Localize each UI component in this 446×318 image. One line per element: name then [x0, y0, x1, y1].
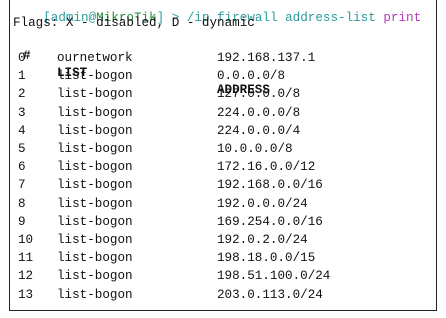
row-list-name: list-bogon	[57, 287, 133, 302]
row-list-name: list-bogon	[57, 196, 133, 211]
row-address: 198.51.100.0/24	[217, 269, 331, 284]
row-address: 224.0.0.0/4	[217, 123, 301, 138]
row-list-name: list-bogon	[57, 214, 133, 229]
row-address: 172.16.0.0/12	[217, 160, 316, 175]
row-number: 2	[18, 87, 26, 102]
table-header: # LIST ADDRESS	[13, 31, 433, 97]
table-row: 7 list-bogon 192.168.0.0/16	[13, 176, 433, 194]
row-address: 224.0.0.0/8	[217, 105, 301, 120]
table-row: 2 list-bogon 127.0.0.0/8	[13, 85, 433, 103]
row-number: 1	[18, 69, 26, 84]
row-list-name: list-bogon	[57, 69, 133, 84]
table-row: 6 list-bogon 172.16.0.0/12	[13, 158, 433, 176]
terminal-window[interactable]: [admin@MikroTik] > /ip firewall address-…	[9, 0, 437, 311]
command-prompt-line: [admin@MikroTik] > /ip firewall address-…	[13, 0, 421, 25]
table-row: 8 list-bogon 192.0.0.0/24	[13, 195, 433, 213]
row-address: 169.254.0.0/16	[217, 214, 323, 229]
table-row: 0 ournetwork 192.168.137.1	[13, 49, 433, 67]
row-list-name: list-bogon	[57, 269, 133, 284]
row-number: 8	[18, 196, 26, 211]
row-number: 10	[18, 233, 34, 247]
table-row: 1 list-bogon 0.0.0.0/8	[13, 67, 433, 85]
row-address: 192.168.0.0/16	[217, 178, 323, 193]
row-address: 0.0.0.0/8	[217, 69, 286, 84]
row-address: 192.0.2.0/24	[217, 233, 308, 247]
table-row: 10 list-bogon 192.0.2.0/24	[13, 231, 433, 249]
table-row: 5 list-bogon 10.0.0.0/8	[13, 140, 433, 158]
row-address: 10.0.0.0/8	[217, 142, 293, 156]
row-list-name: list-bogon	[57, 160, 133, 175]
row-list-name: list-bogon	[57, 87, 133, 102]
row-number: 6	[18, 160, 26, 175]
table-row: 4 list-bogon 224.0.0.0/4	[13, 122, 433, 140]
row-number: 5	[18, 142, 26, 156]
row-number: 3	[18, 105, 26, 120]
row-address: 203.0.113.0/24	[217, 287, 323, 302]
row-address: 192.168.137.1	[217, 51, 316, 65]
row-list-name: list-bogon	[57, 251, 133, 266]
row-list-name: list-bogon	[57, 178, 133, 193]
row-number: 9	[18, 214, 26, 229]
table-row: 11 list-bogon 198.18.0.0/15	[13, 249, 433, 267]
row-address: 192.0.0.0/24	[217, 196, 308, 211]
row-number: 0	[18, 51, 26, 65]
row-list-name: list-bogon	[57, 142, 133, 156]
row-number: 4	[18, 123, 26, 138]
table-row: 12 list-bogon 198.51.100.0/24	[13, 267, 433, 285]
table-row: 3 list-bogon 224.0.0.0/8	[13, 104, 433, 122]
row-list-name: list-bogon	[57, 105, 133, 120]
command-print-keyword: print	[383, 11, 422, 25]
row-address: 198.18.0.0/15	[217, 251, 316, 266]
table-row: 9 list-bogon 169.254.0.0/16	[13, 213, 433, 231]
row-number: 12	[18, 269, 34, 284]
row-number: 7	[18, 178, 26, 193]
row-number: 11	[18, 251, 34, 266]
row-list-name: list-bogon	[57, 123, 133, 138]
table-row: 13 list-bogon 203.0.113.0/24	[13, 286, 433, 304]
row-list-name: list-bogon	[57, 233, 133, 247]
row-number: 13	[18, 287, 34, 302]
flags-legend: Flags: X - disabled, D - dynamic	[13, 16, 255, 30]
row-address: 127.0.0.0/8	[217, 87, 301, 102]
row-list-name: ournetwork	[57, 51, 133, 65]
